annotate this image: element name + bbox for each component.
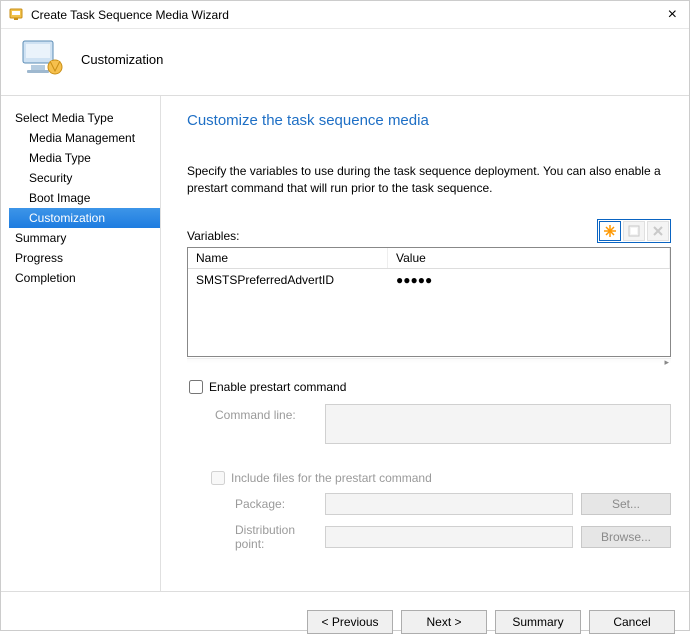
- prestart-form: Command line: Include files for the pres…: [187, 404, 671, 551]
- sidebar: Select Media Type Media Management Media…: [1, 96, 161, 591]
- page-description: Specify the variables to use during the …: [187, 163, 671, 197]
- previous-button[interactable]: < Previous: [307, 610, 393, 634]
- browse-button: Browse...: [581, 526, 671, 548]
- edit-variable-icon: [623, 221, 645, 241]
- wizard-footer: < Previous Next > Summary Cancel: [1, 591, 689, 641]
- sidebar-item-completion[interactable]: Completion: [9, 268, 160, 288]
- enable-prestart-row[interactable]: Enable prestart command: [187, 380, 671, 394]
- table-scroll-hint: ▸: [187, 358, 671, 364]
- variables-table[interactable]: Name Value SMSTSPreferredAdvertID ●●●●●: [187, 247, 671, 357]
- main-panel: Customize the task sequence media Specif…: [161, 96, 689, 591]
- table-row[interactable]: SMSTSPreferredAdvertID ●●●●●: [188, 269, 670, 291]
- window-title: Create Task Sequence Media Wizard: [31, 8, 664, 22]
- wizard-header: Customization: [1, 29, 689, 96]
- cancel-button[interactable]: Cancel: [589, 610, 675, 634]
- cell-value: ●●●●●: [388, 271, 670, 289]
- sidebar-item-select-media-type[interactable]: Select Media Type: [9, 108, 160, 128]
- close-icon[interactable]: ×: [664, 6, 681, 24]
- wizard-body: Select Media Type Media Management Media…: [1, 96, 689, 591]
- delete-variable-icon: [647, 221, 669, 241]
- title-bar: Create Task Sequence Media Wizard ×: [1, 1, 689, 29]
- app-icon: [9, 7, 25, 23]
- set-button: Set...: [581, 493, 671, 515]
- sidebar-item-security[interactable]: Security: [9, 168, 160, 188]
- column-value[interactable]: Value: [388, 248, 670, 268]
- variable-toolbar: [597, 219, 671, 243]
- variables-header-row: Variables:: [187, 219, 671, 243]
- next-button[interactable]: Next >: [401, 610, 487, 634]
- enable-prestart-checkbox[interactable]: [189, 380, 203, 394]
- include-files-label: Include files for the prestart command: [231, 471, 432, 485]
- package-label: Package:: [187, 497, 317, 511]
- command-line-input: [325, 404, 671, 444]
- package-input: [325, 493, 573, 515]
- distribution-point-label: Distribution point:: [187, 523, 317, 551]
- sidebar-item-media-type[interactable]: Media Type: [9, 148, 160, 168]
- sidebar-item-customization[interactable]: Customization: [9, 208, 160, 228]
- sidebar-item-progress[interactable]: Progress: [9, 248, 160, 268]
- enable-prestart-label: Enable prestart command: [209, 380, 346, 394]
- include-files-row: Include files for the prestart command: [187, 471, 671, 485]
- cell-name: SMSTSPreferredAdvertID: [188, 271, 388, 289]
- column-name[interactable]: Name: [188, 248, 388, 268]
- sidebar-item-summary[interactable]: Summary: [9, 228, 160, 248]
- page-heading: Customize the task sequence media: [187, 112, 671, 129]
- sidebar-item-boot-image[interactable]: Boot Image: [9, 188, 160, 208]
- command-line-label: Command line:: [187, 404, 317, 422]
- page-title: Customization: [81, 52, 163, 67]
- summary-button[interactable]: Summary: [495, 610, 581, 634]
- wizard-icon: [17, 37, 65, 81]
- table-header: Name Value: [188, 248, 670, 269]
- distribution-point-input: [325, 526, 573, 548]
- new-variable-icon[interactable]: [599, 221, 621, 241]
- sidebar-item-media-management[interactable]: Media Management: [9, 128, 160, 148]
- include-files-checkbox: [211, 471, 225, 485]
- variables-label: Variables:: [187, 229, 597, 243]
